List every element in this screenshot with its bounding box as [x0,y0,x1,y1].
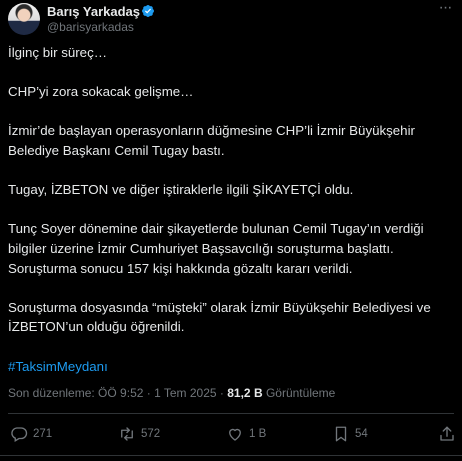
views-count: 81,2 B [227,386,263,400]
tweet-paragraph: İzmir’de başlayan operasyonların düğmesi… [8,123,415,158]
tweet-paragraph: İlginç bir süreç… [8,45,108,60]
bookmark-icon [335,426,347,442]
author-handle[interactable]: @barisyarkadas [47,20,134,34]
repost-button[interactable]: 572 [118,424,160,444]
share-button[interactable] [438,424,456,444]
divider [0,455,462,456]
hashtag-link[interactable]: #TaksimMeydanı [8,359,108,374]
tweet-header: Barış Yarkadaş @barisyarkadas ··· [8,0,454,35]
like-icon [229,428,241,441]
reply-icon [11,427,28,442]
like-count: 1 B [249,428,267,440]
author-name[interactable]: Barış Yarkadaş [47,4,140,19]
bookmark-button[interactable]: 54 [332,424,368,444]
repost-count: 572 [141,428,161,440]
repost-icon [121,427,133,441]
action-bar: 271 572 1 B 54 [8,424,456,444]
verified-badge-icon [142,5,154,17]
edited-timestamp[interactable]: Son düzenleme: ÖÖ 9:52 · 1 Tem 2025 · [8,386,224,400]
share-icon [440,426,454,441]
tweet-meta: Son düzenleme: ÖÖ 9:52 · 1 Tem 2025 · 81… [8,385,335,401]
tweet-text: İlginç bir süreç… CHP’yi zora sokacak ge… [8,43,458,376]
more-icon[interactable]: ··· [436,0,454,19]
avatar[interactable] [8,3,40,35]
views-label: Görüntüleme [265,386,336,400]
divider [8,413,454,414]
reply-button[interactable]: 271 [10,424,52,444]
like-button[interactable]: 1 B [226,424,266,444]
bookmark-count: 54 [355,428,368,440]
tweet-paragraph: Tunç Soyer dönemine dair şikayetlerde bu… [8,221,424,276]
tweet-paragraph: CHP’yi zora sokacak gelişme… [8,84,194,100]
reply-count: 271 [33,428,53,440]
tweet-paragraph: Soruşturma dosyasında “müşteki” olarak İ… [8,299,431,335]
tweet-paragraph: Tugay, İZBETON ve diğer iştiraklerle ilg… [8,182,354,198]
